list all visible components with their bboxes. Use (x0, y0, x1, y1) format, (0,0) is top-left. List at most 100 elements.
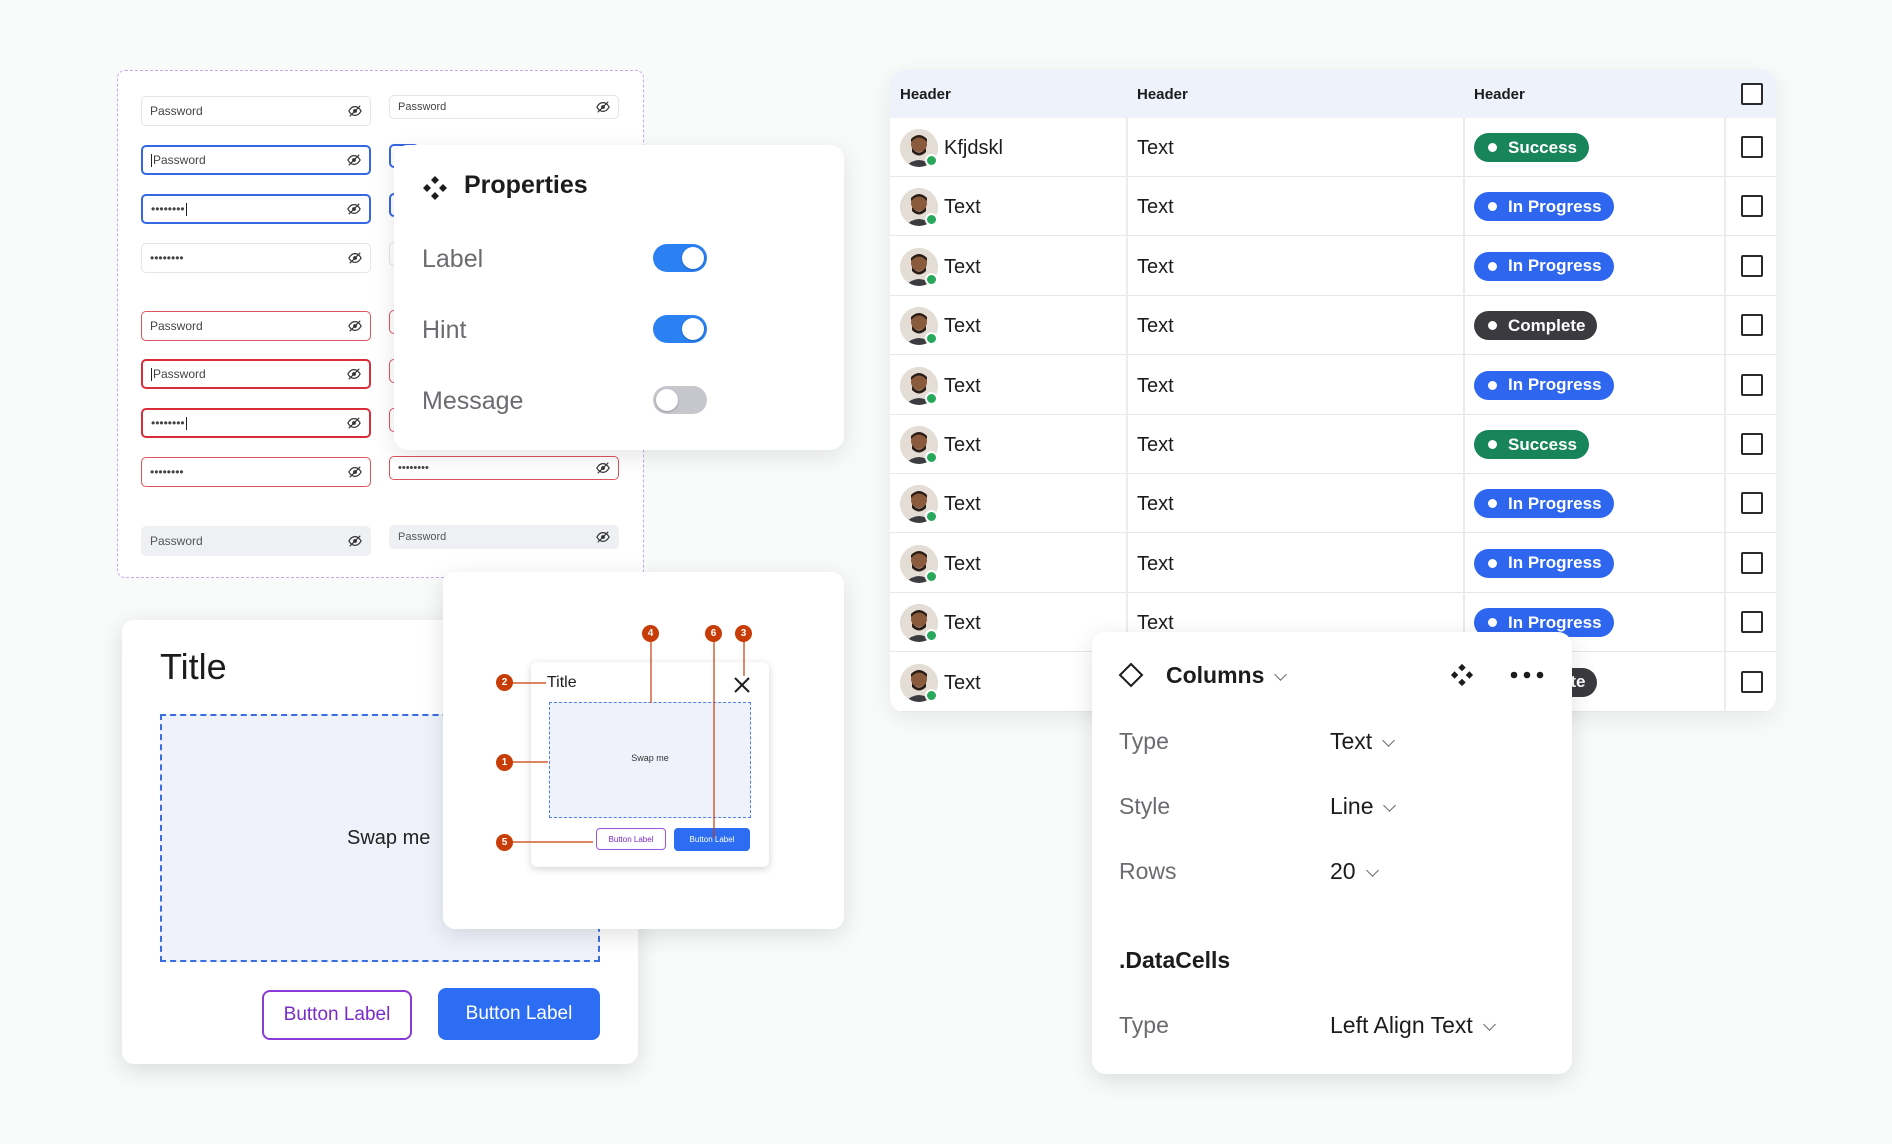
primary-button[interactable]: Button Label (438, 988, 600, 1040)
table-row[interactable]: Text Text In Progress (890, 177, 1776, 237)
table-row[interactable]: Text Text In Progress (890, 474, 1776, 534)
chevron-down-icon (1365, 864, 1379, 877)
component-icon (423, 176, 447, 200)
password-field-error-focused[interactable]: Password (141, 359, 371, 389)
table-row[interactable]: Text Text In Progress (890, 237, 1776, 296)
table-row[interactable]: Kfjdskl Text Success (890, 118, 1776, 177)
row-checkbox[interactable] (1741, 136, 1763, 158)
row-checkbox[interactable] (1741, 195, 1763, 218)
password-field-error-typing[interactable]: •••••••• (141, 408, 371, 438)
status-badge: In Progress (1474, 548, 1614, 578)
row-checkbox[interactable] (1741, 492, 1763, 515)
cell-text: Text (1137, 196, 1174, 219)
style-label: Style (1119, 793, 1171, 819)
password-field-filled[interactable]: •••••••• (141, 243, 371, 273)
eye-off-icon[interactable] (348, 319, 362, 333)
row-checkbox[interactable] (1741, 670, 1763, 693)
status-badge: Success (1474, 430, 1589, 459)
hint-toggle[interactable] (653, 315, 707, 343)
online-status-dot (925, 213, 938, 227)
password-field-error[interactable]: Password (141, 311, 371, 341)
password-field-small-disabled: Password (389, 525, 619, 549)
component-icon[interactable] (1450, 663, 1474, 687)
table-header: Header Header Header (890, 70, 1776, 118)
columns-title[interactable]: Columns (1166, 662, 1288, 689)
more-icon[interactable] (1510, 670, 1544, 680)
online-status-dot (925, 332, 938, 346)
status-badge: In Progress (1474, 192, 1614, 222)
row-checkbox[interactable] (1741, 373, 1763, 396)
style-value: Line (1330, 793, 1374, 819)
table-row[interactable]: Text Text Complete (890, 296, 1776, 356)
swap-label: Swap me (347, 827, 431, 849)
password-placeholder: Password (150, 534, 203, 548)
column-header[interactable]: Header (1474, 86, 1525, 103)
cell-type-select[interactable]: Left Align Text (1330, 1012, 1496, 1039)
eye-off-icon[interactable] (596, 461, 610, 475)
password-field-focused[interactable]: Password (141, 145, 371, 175)
marker-4: 4 (642, 625, 659, 642)
online-status-dot (925, 688, 938, 702)
cell-text: Text (1137, 255, 1174, 278)
anatomy-leader-lines (505, 634, 745, 843)
anatomy-card: Title Swap me Button Label Button Label … (443, 572, 844, 929)
chevron-down-icon (1383, 799, 1397, 812)
marker-1: 1 (496, 754, 513, 771)
password-field-typing[interactable]: •••••••• (141, 194, 371, 224)
password-masked: •••••••• (150, 251, 184, 265)
password-field-disabled: Password (141, 526, 371, 556)
toggle-knob (682, 318, 704, 340)
row-checkbox[interactable] (1741, 433, 1763, 455)
rows-select[interactable]: 20 (1330, 858, 1379, 885)
eye-off-icon[interactable] (347, 202, 361, 216)
eye-off-icon[interactable] (596, 100, 610, 114)
select-all-checkbox[interactable] (1741, 83, 1763, 105)
properties-title: Properties (464, 171, 588, 199)
cell-text: Text (1137, 493, 1174, 516)
cell-text: Text (1137, 552, 1174, 575)
row-checkbox[interactable] (1741, 254, 1763, 277)
type-select[interactable]: Text (1330, 728, 1396, 755)
table-row[interactable]: Text Text In Progress (890, 534, 1776, 593)
column-header[interactable]: Header (900, 86, 951, 103)
online-status-dot (925, 629, 938, 643)
data-table: Header Header Header Kfjdskl Text Success T… (890, 70, 1776, 712)
status-badge: Complete (1474, 311, 1598, 341)
cell-name: Text (944, 671, 981, 694)
eye-off-icon[interactable] (347, 153, 361, 167)
eye-off-icon[interactable] (348, 251, 362, 265)
column-header[interactable]: Header (1137, 86, 1188, 103)
cell-text: Text (1137, 434, 1174, 456)
prop-label-label: Label (422, 245, 484, 273)
row-checkbox[interactable] (1741, 551, 1763, 574)
row-checkbox[interactable] (1741, 611, 1763, 634)
cell-name: Text (944, 434, 981, 456)
password-field-error-filled[interactable]: •••••••• (141, 457, 371, 487)
password-field-small-error-filled[interactable]: •••••••• (389, 456, 619, 480)
cell-type-label: Type (1119, 1012, 1169, 1038)
password-field-default[interactable]: Password (141, 96, 371, 126)
modal-title: Title (160, 646, 227, 687)
properties-panel: Properties Label Hint Message (394, 145, 844, 450)
table-row[interactable]: Text Text Success (890, 415, 1776, 474)
table-row[interactable]: Text Text In Progress (890, 356, 1776, 415)
message-toggle[interactable] (653, 386, 707, 414)
type-label: Type (1119, 728, 1169, 754)
style-select[interactable]: Line (1330, 793, 1397, 820)
eye-off-icon[interactable] (348, 104, 362, 118)
marker-2: 2 (496, 674, 513, 691)
password-field-small[interactable]: Password (389, 95, 619, 119)
eye-off-icon[interactable] (348, 465, 362, 479)
row-checkbox[interactable] (1741, 314, 1763, 337)
rows-value: 20 (1330, 858, 1356, 884)
eye-off-icon[interactable] (347, 416, 361, 430)
online-status-dot (925, 569, 938, 583)
column-divider (1126, 118, 1128, 712)
prop-label-message: Message (422, 387, 524, 415)
secondary-button[interactable]: Button Label (262, 990, 412, 1040)
column-divider (1463, 118, 1465, 712)
eye-off-icon[interactable] (347, 367, 361, 381)
password-placeholder: Password (153, 366, 206, 381)
password-masked: •••••••• (398, 462, 429, 474)
label-toggle[interactable] (653, 244, 707, 272)
